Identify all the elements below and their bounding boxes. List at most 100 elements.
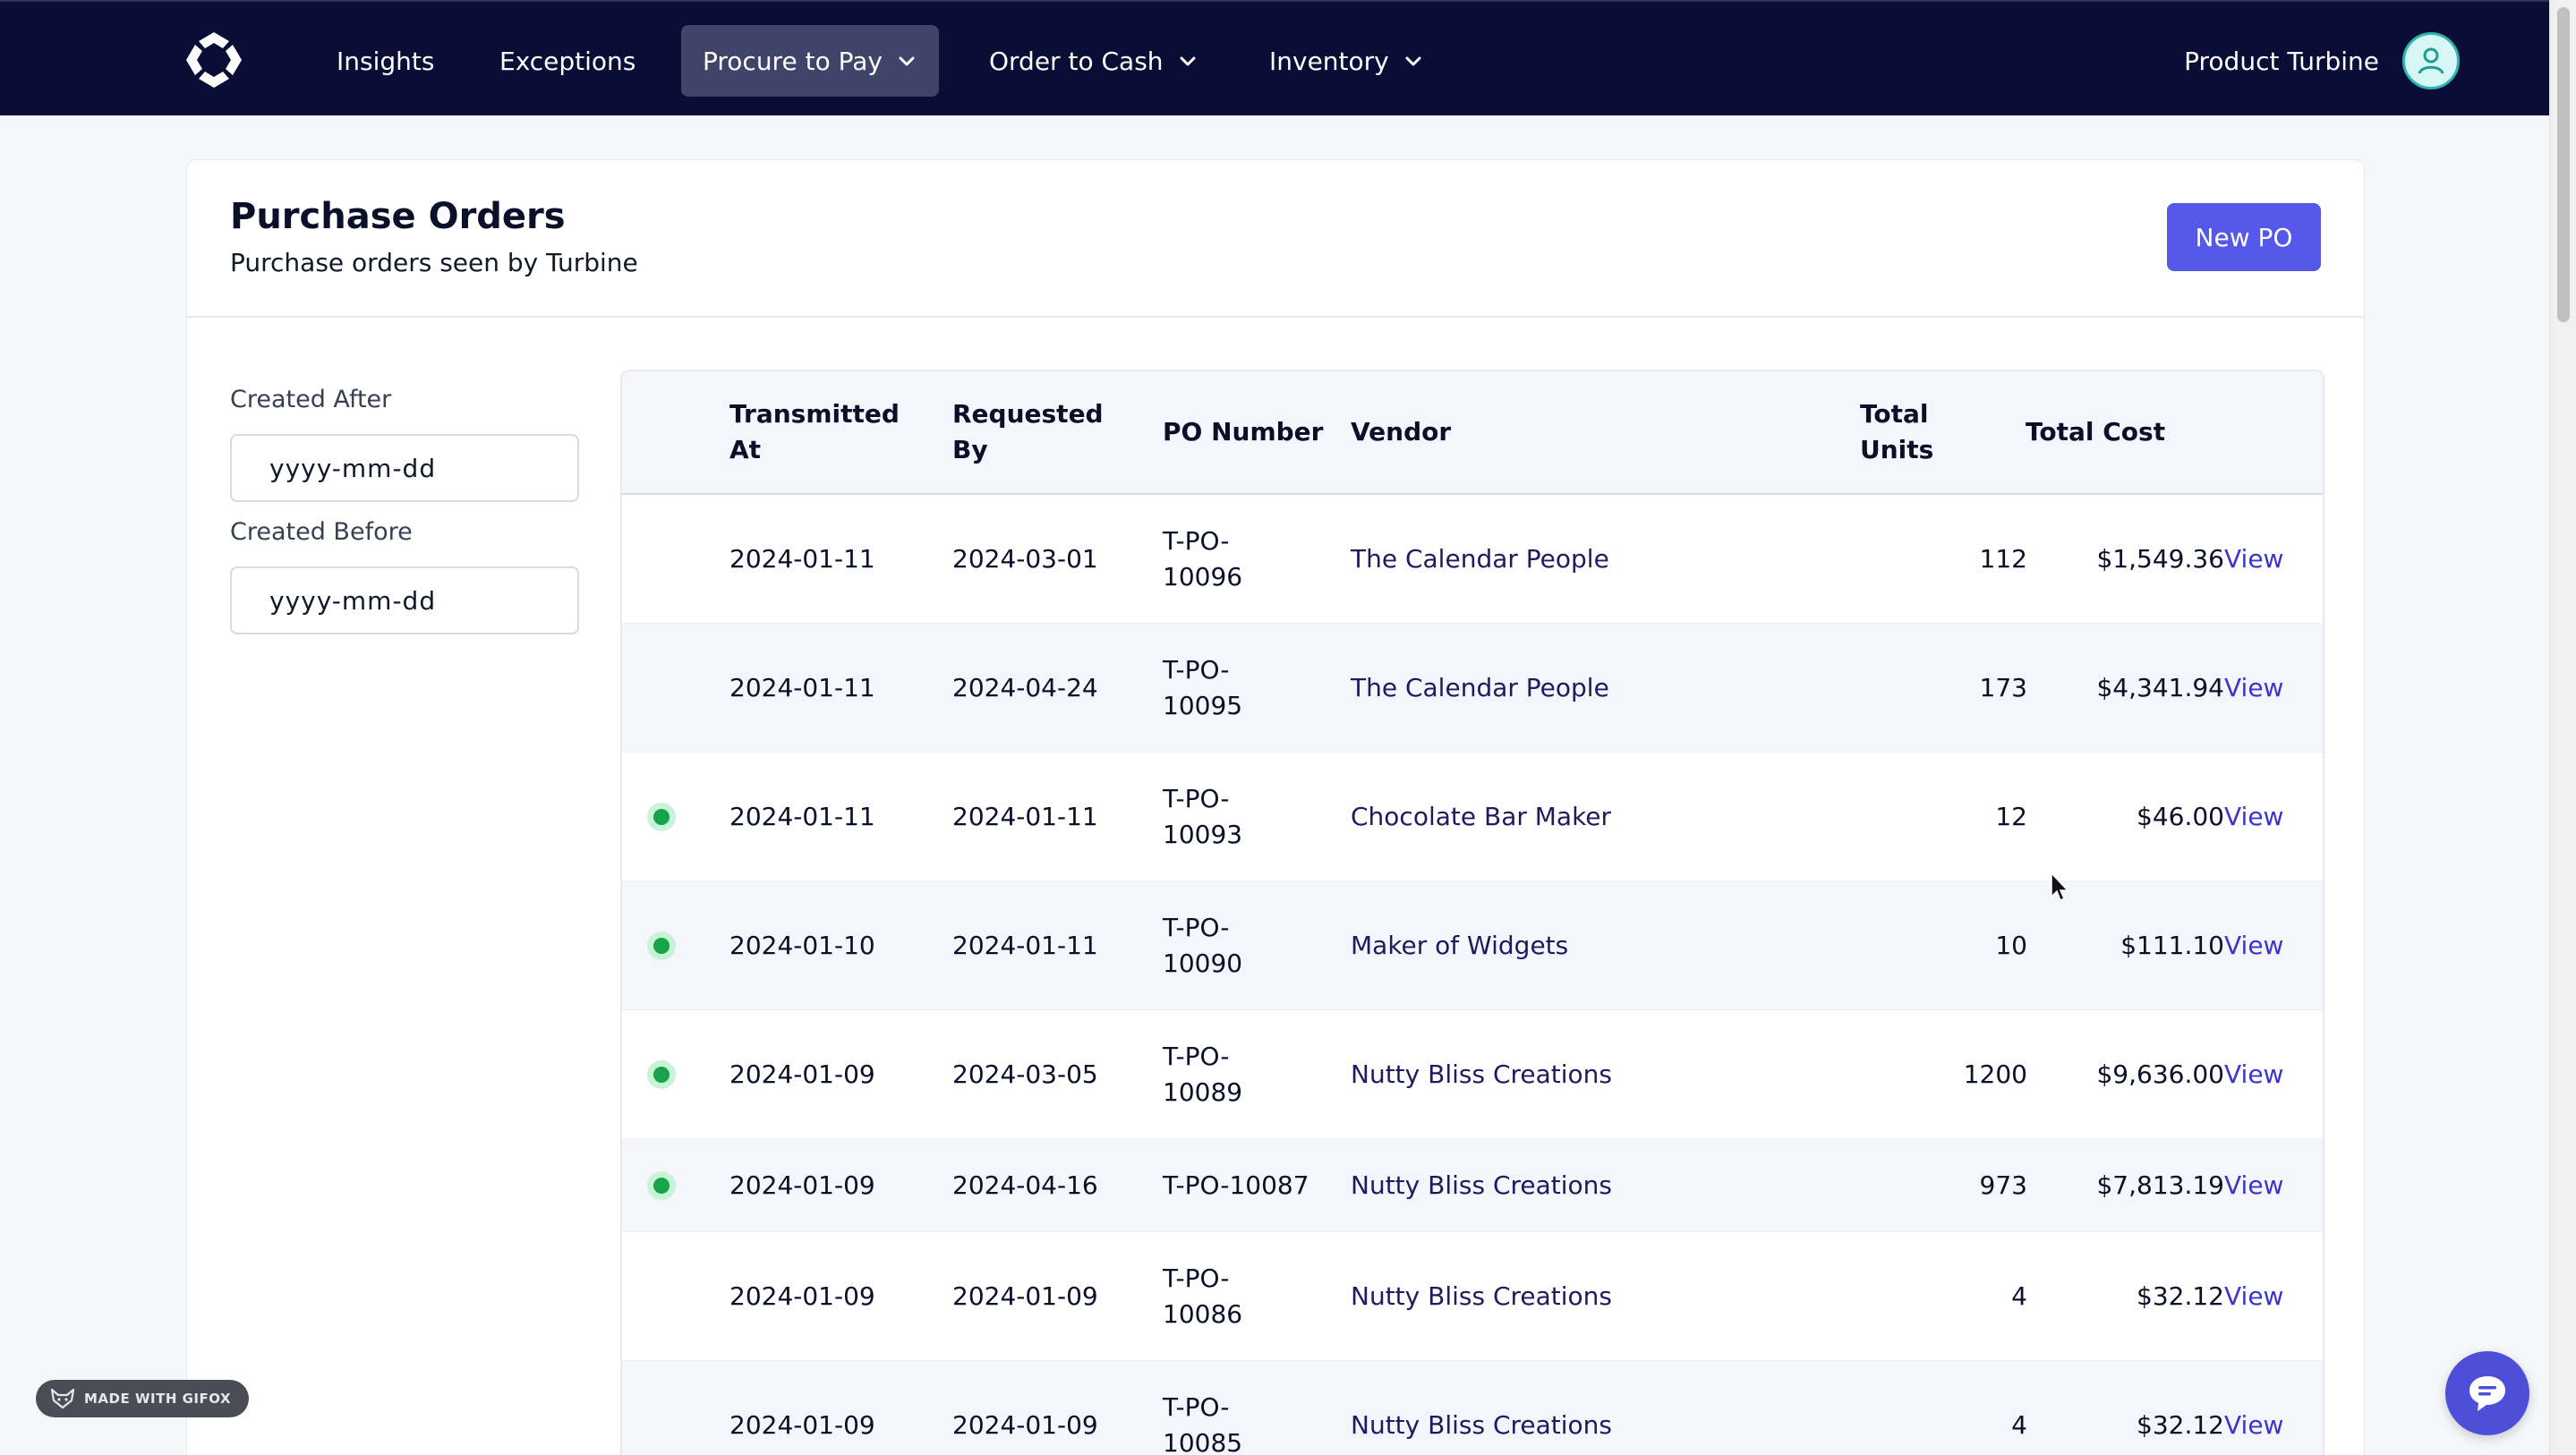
nav-inventory[interactable]: Inventory: [1248, 25, 1445, 97]
total-units-cell: 1200: [1963, 1059, 2027, 1089]
status-dot-icon: [647, 802, 676, 831]
transmitted-at-cell: 2024-01-11: [729, 801, 875, 831]
vendor-cell: Nutty Bliss Creations: [1351, 1281, 1613, 1311]
header-line: Units: [1860, 435, 1934, 464]
requested-by-cell: 2024-01-11: [952, 801, 1098, 831]
total-units-cell: 4: [2011, 1281, 2027, 1311]
po-number-line: T-PO-: [1163, 912, 1230, 942]
table-header: Transmitted At Requested By PO Number Ve…: [622, 371, 2323, 495]
po-number-line: 10095: [1163, 690, 1243, 720]
po-number-line: 10089: [1163, 1076, 1243, 1107]
top-nav: Insights Exceptions Procure to Pay Order…: [0, 0, 2549, 115]
page-scrollbar[interactable]: [2549, 0, 2576, 1455]
card-header: Purchase Orders Purchase orders seen by …: [187, 160, 2364, 318]
header-line: Requested: [952, 399, 1104, 429]
view-link[interactable]: View: [2224, 541, 2283, 577]
nav-inventory-label: Inventory: [1269, 46, 1389, 76]
po-number-line: T-PO-: [1163, 1391, 1230, 1422]
total-cost-cell: $4,341.94: [2096, 672, 2224, 702]
table-row[interactable]: 2024-01-09 2024-03-05 T-PO- 10089 Nutty Blis…: [622, 1010, 2323, 1139]
nav-insights[interactable]: Insights: [315, 25, 456, 97]
view-link[interactable]: View: [2224, 799, 2283, 835]
po-number-cell: T-PO- 10090: [1163, 910, 1242, 982]
view-link[interactable]: View: [2224, 928, 2283, 964]
column-header-total-units[interactable]: Total Units: [1860, 396, 1933, 468]
po-number-cell: T-PO- 10096: [1163, 523, 1242, 595]
po-number-cell: T-PO- 10093: [1163, 781, 1242, 853]
column-header-total-cost[interactable]: Total Cost: [2026, 414, 2165, 450]
transmitted-at-cell: 2024-01-09: [729, 1409, 875, 1440]
new-po-button[interactable]: New PO: [2167, 203, 2321, 271]
table-row[interactable]: 2024-01-11 2024-01-11 T-PO- 10093 Chocolate …: [622, 753, 2323, 881]
created-before-field[interactable]: [230, 566, 582, 634]
column-header-transmitted-at[interactable]: Transmitted At: [729, 396, 900, 468]
user-avatar-icon[interactable]: [2402, 32, 2460, 89]
total-units-cell: 112: [1979, 543, 2027, 574]
gifox-badge: MADE WITH GIFOX: [36, 1380, 250, 1417]
chevron-down-icon: [1405, 56, 1421, 66]
column-header-po-number[interactable]: PO Number: [1163, 414, 1323, 450]
po-number-line: 10085: [1163, 1427, 1243, 1455]
requested-by-cell: 2024-04-24: [952, 672, 1098, 702]
chevron-down-icon: [1180, 56, 1196, 66]
total-cost-cell: $46.00: [2137, 801, 2224, 831]
total-cost-cell: $32.12: [2137, 1409, 2224, 1440]
total-cost-cell: $7,813.19: [2096, 1170, 2224, 1200]
requested-by-cell: 2024-01-11: [952, 930, 1098, 960]
total-cost-cell: $32.12: [2137, 1281, 2224, 1311]
table-row[interactable]: 2024-01-09 2024-04-16 T-PO-10087 Nutty Blis…: [622, 1139, 2323, 1232]
turbine-logo-icon[interactable]: [183, 29, 245, 91]
user-name: Product Turbine: [2184, 46, 2379, 76]
requested-by-cell: 2024-03-05: [952, 1059, 1098, 1089]
transmitted-at-cell: 2024-01-09: [729, 1059, 875, 1089]
created-before-input[interactable]: [269, 585, 582, 616]
page-title: Purchase Orders: [230, 196, 566, 237]
created-after-input[interactable]: [269, 453, 582, 483]
table-row[interactable]: 2024-01-09 2024-01-09 T-PO- 10086 Nutty Blis…: [622, 1232, 2323, 1361]
header-line: By: [952, 435, 988, 464]
purchase-orders-table: Transmitted At Requested By PO Number Ve…: [620, 370, 2324, 1455]
column-header-vendor[interactable]: Vendor: [1351, 414, 1451, 450]
po-number-line: 10093: [1163, 819, 1243, 849]
user-menu[interactable]: Product Turbine: [2184, 25, 2460, 97]
nav-procure-to-pay[interactable]: Procure to Pay: [681, 25, 939, 97]
status-dot-icon: [647, 1059, 676, 1089]
nav-exceptions[interactable]: Exceptions: [478, 25, 657, 97]
page-subtitle: Purchase orders seen by Turbine: [230, 248, 638, 277]
po-number-cell: T-PO- 10086: [1163, 1261, 1242, 1332]
po-number-line: 10096: [1163, 561, 1243, 591]
table-row[interactable]: 2024-01-11 2024-03-01 T-PO- 10096 The Calend…: [622, 495, 2323, 624]
scrollbar-thumb[interactable]: [2557, 7, 2570, 322]
po-number-line: T-PO-: [1163, 783, 1230, 813]
status-dot-icon: [647, 931, 676, 960]
requested-by-cell: 2024-04-16: [952, 1170, 1098, 1200]
transmitted-at-cell: 2024-01-11: [729, 543, 875, 574]
created-after-field[interactable]: [230, 434, 582, 502]
po-number-line: T-PO-: [1163, 1263, 1230, 1293]
view-link[interactable]: View: [2224, 1279, 2283, 1315]
gifox-label: MADE WITH GIFOX: [84, 1391, 232, 1407]
total-units-cell: 10: [1995, 930, 2027, 960]
view-link[interactable]: View: [2224, 1408, 2283, 1443]
po-number-line: 10090: [1163, 948, 1243, 978]
total-cost-cell: $111.10: [2120, 930, 2224, 960]
chat-button[interactable]: [2445, 1351, 2529, 1435]
vendor-cell: Maker of Widgets: [1351, 930, 1569, 960]
view-link[interactable]: View: [2224, 670, 2283, 706]
nav-exceptions-label: Exceptions: [499, 46, 636, 76]
column-header-requested-by[interactable]: Requested By: [952, 396, 1104, 468]
nav-order-to-cash[interactable]: Order to Cash: [968, 25, 1219, 97]
table-row[interactable]: 2024-01-11 2024-04-24 T-PO- 10095 The Calend…: [622, 624, 2323, 753]
vendor-cell: The Calendar People: [1351, 543, 1609, 574]
view-link[interactable]: View: [2224, 1057, 2283, 1093]
vendor-cell: Nutty Bliss Creations: [1351, 1170, 1613, 1200]
total-units-cell: 12: [1995, 801, 2027, 831]
table-row[interactable]: 2024-01-09 2024-01-09 T-PO- 10085 Nutty Blis…: [622, 1361, 2323, 1455]
po-number-line: T-PO-: [1163, 525, 1230, 556]
requested-by-cell: 2024-01-09: [952, 1281, 1098, 1311]
total-units-cell: 4: [2011, 1409, 2027, 1440]
vendor-cell: Chocolate Bar Maker: [1351, 801, 1612, 831]
po-number-cell: T-PO- 10089: [1163, 1039, 1242, 1110]
view-link[interactable]: View: [2224, 1168, 2283, 1204]
created-before-label: Created Before: [230, 518, 413, 546]
